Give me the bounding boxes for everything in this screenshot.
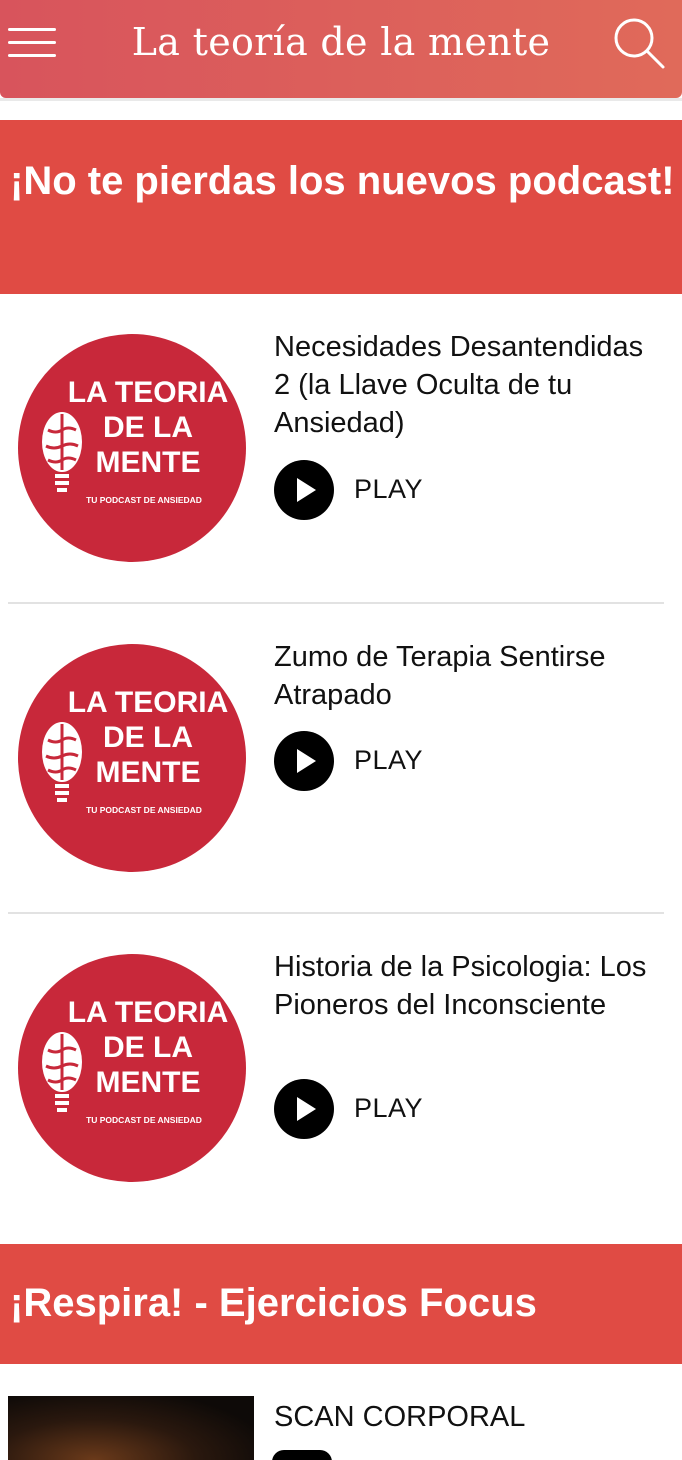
cover-tagline: TU PODCAST DE ANSIEDAD xyxy=(86,1115,202,1125)
cover-line-3: MENTE xyxy=(96,446,201,479)
app-title: La teoría de la mente xyxy=(131,20,551,64)
list-divider xyxy=(8,602,664,604)
cover-line-3: MENTE xyxy=(96,756,201,789)
header-divider xyxy=(0,98,682,101)
cover-line-2: DE LA xyxy=(103,1031,193,1064)
play-label[interactable]: PLAY xyxy=(354,474,423,505)
cover-line-2: DE LA xyxy=(103,721,193,754)
play-icon xyxy=(297,749,316,773)
cover-line-1: LA TEORIA xyxy=(68,996,229,1029)
cover-line-1: LA TEORIA xyxy=(68,376,229,409)
cover-line-1: LA TEORIA xyxy=(68,686,229,719)
podcast-cover-image[interactable]: LA TEORIA DE LA MENTE TU PODCAST DE ANSI… xyxy=(18,954,246,1182)
section-header-exercises: ¡Respira! - Ejercicios Focus xyxy=(0,1244,682,1364)
cover-line-3: MENTE xyxy=(96,1066,201,1099)
play-button[interactable] xyxy=(274,731,334,791)
cover-tagline: TU PODCAST DE ANSIEDAD xyxy=(86,805,202,815)
play-button-partial[interactable] xyxy=(272,1450,332,1460)
list-divider xyxy=(8,912,664,914)
exercise-title[interactable]: SCAN CORPORAL xyxy=(274,1398,664,1436)
cover-line-2: DE LA xyxy=(103,411,193,444)
app-header: La teoría de la mente xyxy=(0,0,682,98)
episode-title[interactable]: Historia de la Psicologia: Los Pioneros … xyxy=(274,948,664,1024)
section-header-podcasts: ¡No te pierdas los nuevos podcast! xyxy=(0,120,682,294)
podcast-cover-image[interactable]: LA TEORIA DE LA MENTE TU PODCAST DE ANSI… xyxy=(18,644,246,872)
episode-title[interactable]: Zumo de Terapia Sentirse Atrapado xyxy=(274,638,664,714)
play-icon xyxy=(297,478,316,502)
cover-tagline: TU PODCAST DE ANSIEDAD xyxy=(86,495,202,505)
exercise-thumbnail[interactable] xyxy=(8,1396,254,1460)
play-button[interactable] xyxy=(274,1079,334,1139)
play-label[interactable]: PLAY xyxy=(354,1093,423,1124)
play-button[interactable] xyxy=(274,460,334,520)
episode-title[interactable]: Necesidades Desantendidas 2 (la Llave Oc… xyxy=(274,328,664,442)
podcast-cover-image[interactable]: LA TEORIA DE LA MENTE TU PODCAST DE ANSI… xyxy=(18,334,246,562)
play-label[interactable]: PLAY xyxy=(354,745,423,776)
play-icon xyxy=(297,1097,316,1121)
search-icon[interactable] xyxy=(612,16,666,70)
